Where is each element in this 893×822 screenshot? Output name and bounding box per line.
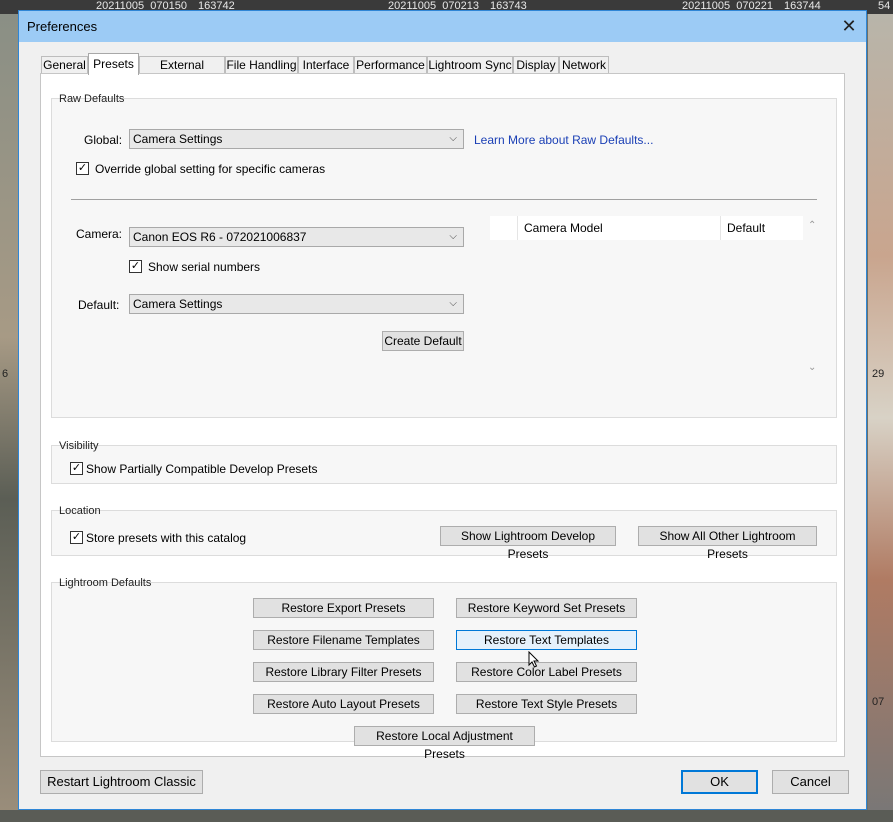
tab-interface[interactable]: Interface [298,56,354,74]
chevron-down-icon: ⌵ [449,298,457,309]
location-label: Location [59,505,101,517]
column-header-camera-model[interactable]: Camera Model [517,216,720,240]
table-header: Camera Model Default [490,216,803,240]
mouse-cursor-icon [528,651,540,668]
lightroom-defaults-group [51,582,837,742]
check-icon: ✓ [71,462,82,474]
global-select-value: Camera Settings [133,132,223,146]
show-partial-checkbox[interactable]: ✓ [70,462,83,475]
bg-number: 54 [878,0,891,12]
override-label: Override global setting for specific cam… [95,162,326,176]
camera-select-value: Canon EOS R6 - 072021006837 [133,230,307,244]
background-photo-left [0,14,18,822]
cancel-button[interactable]: Cancel [772,770,849,794]
visibility-label: Visibility [59,440,99,452]
ok-button[interactable]: OK [681,770,758,794]
bg-side-label: 29 [872,368,885,380]
tab-file-handling[interactable]: File Handling [225,56,298,74]
chevron-down-icon: ⌵ [449,133,457,144]
restore-library-filter-presets-button[interactable]: Restore Library Filter Presets [253,662,434,682]
store-presets-label: Store presets with this catalog [86,531,247,545]
restore-text-templates-button[interactable]: Restore Text Templates [456,630,637,650]
learn-more-link[interactable]: Learn More about Raw Defaults... [474,133,653,147]
restore-local-adjustment-presets-button[interactable]: Restore Local Adjustment Presets [354,726,535,761]
lightroom-defaults-label: Lightroom Defaults [59,577,152,589]
tab-presets[interactable]: Presets [88,53,139,75]
check-icon: ✓ [130,260,141,272]
show-other-presets-button[interactable]: Show All Other Lightroom Presets [638,526,817,561]
tab-performance[interactable]: Performance [354,56,427,74]
camera-select[interactable]: Canon EOS R6 - 072021006837 ⌵ [129,227,464,247]
close-icon[interactable]: ✕ [838,15,860,37]
raw-defaults-label: Raw Defaults [59,93,125,105]
camera-defaults-table: Camera Model Default ⌃ ⌄ [490,216,816,376]
restore-keyword-set-presets-button[interactable]: Restore Keyword Set Presets [456,598,637,618]
tab-network[interactable]: Network [559,56,609,74]
preferences-dialog: Preferences ✕ General Presets External E… [18,10,867,810]
background-photo-bottom [0,810,893,822]
show-partial-label: Show Partially Compatible Develop Preset… [86,462,318,476]
bg-side-label: 6 [2,368,9,380]
check-icon: ✓ [77,162,88,174]
restart-lightroom-button[interactable]: Restart Lightroom Classic [40,770,203,794]
chevron-up-icon[interactable]: ⌃ [808,220,816,231]
check-icon: ✓ [71,531,82,543]
tab-lightroom-sync[interactable]: Lightroom Sync [427,56,513,74]
chevron-down-icon: ⌵ [449,231,457,242]
divider [71,199,817,200]
camera-label: Camera: [76,227,123,241]
column-header-select[interactable] [490,216,517,240]
serial-label: Show serial numbers [148,260,261,274]
override-checkbox[interactable]: ✓ [76,162,89,175]
default-select-value: Camera Settings [133,297,223,311]
store-presets-checkbox[interactable]: ✓ [70,531,83,544]
chevron-down-icon[interactable]: ⌄ [808,362,816,373]
global-select[interactable]: Camera Settings ⌵ [129,129,464,149]
restore-color-label-presets-button[interactable]: Restore Color Label Presets [456,662,637,682]
restore-filename-templates-button[interactable]: Restore Filename Templates [253,630,434,650]
serial-checkbox[interactable]: ✓ [129,260,142,273]
bg-side-label: 07 [872,696,885,708]
global-label: Global: [84,133,123,147]
default-label: Default: [78,298,120,312]
dialog-title: Preferences [27,19,98,34]
restore-export-presets-button[interactable]: Restore Export Presets [253,598,434,618]
tab-display[interactable]: Display [513,56,559,74]
create-default-button[interactable]: Create Default [382,331,464,351]
default-select[interactable]: Camera Settings ⌵ [129,294,464,314]
title-bar: Preferences ✕ [19,11,866,42]
restore-text-style-presets-button[interactable]: Restore Text Style Presets [456,694,637,714]
tab-external-editing[interactable]: External Editing [139,56,225,89]
show-develop-presets-button[interactable]: Show Lightroom Develop Presets [440,526,616,561]
column-header-default[interactable]: Default [720,216,803,240]
tab-general[interactable]: General [41,56,88,74]
presets-panel: Raw Defaults Global: Camera Settings ⌵ L… [40,73,845,761]
restore-auto-layout-presets-button[interactable]: Restore Auto Layout Presets [253,694,434,714]
